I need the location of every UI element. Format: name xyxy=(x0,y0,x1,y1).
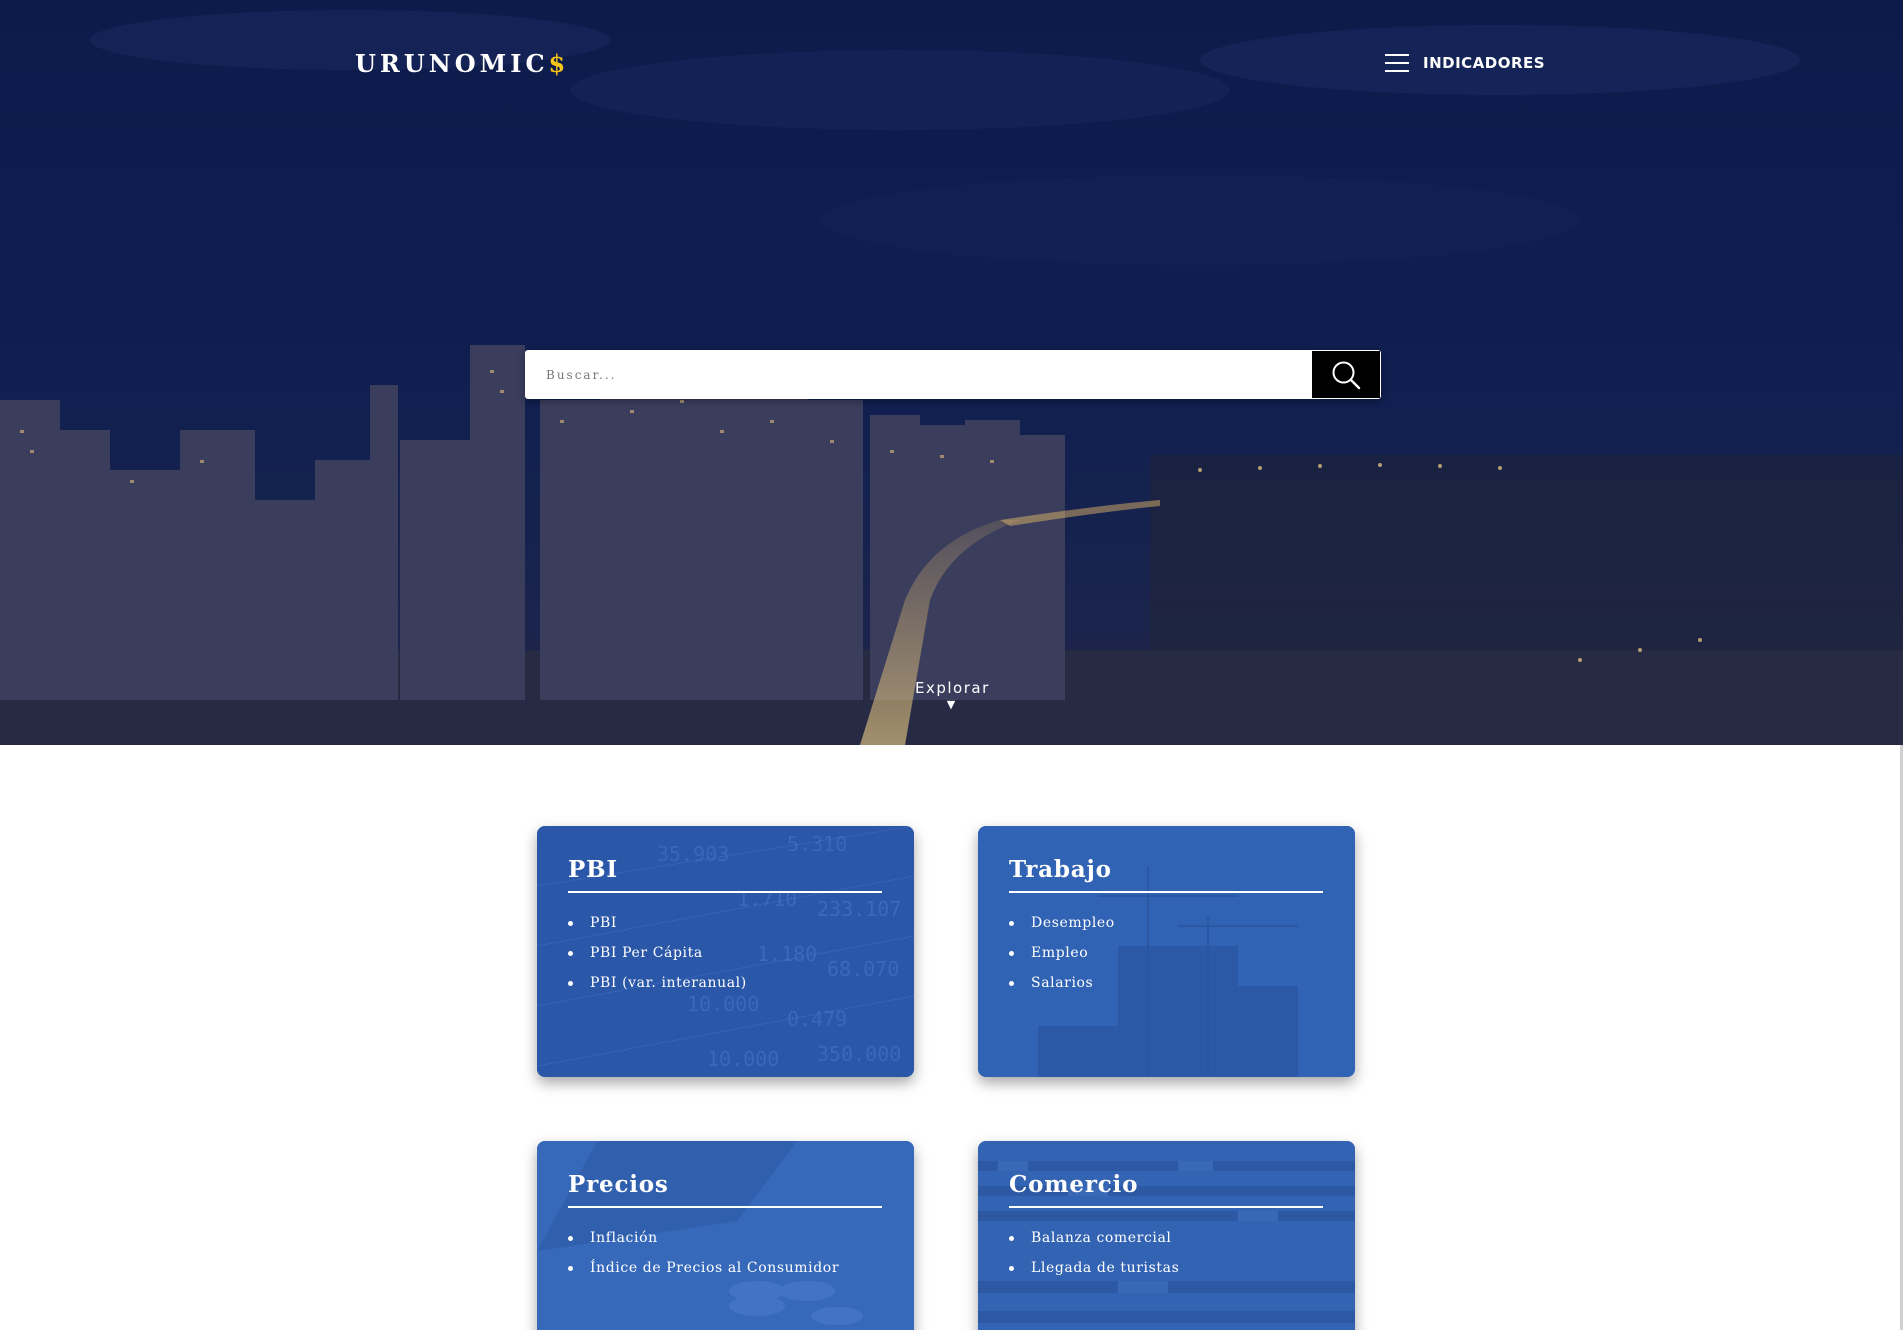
card-content: PBI PBI PBI Per Cápita PBI (var. interan… xyxy=(568,856,882,998)
indicators-menu-label: INDICADORES xyxy=(1423,54,1546,72)
category-card-precios[interactable]: Precios Inflación Índice de Precios al C… xyxy=(537,1141,914,1330)
category-card-comercio[interactable]: Comercio Balanza comercial Llegada de tu… xyxy=(978,1141,1355,1330)
indicator-link[interactable]: Desempleo xyxy=(1009,908,1323,938)
brand-dollar-symbol: $ xyxy=(548,49,570,78)
card-title: Trabajo xyxy=(1009,856,1323,893)
brand-logo[interactable]: URUNOMIC$ xyxy=(355,49,569,78)
svg-text:5.310: 5.310 xyxy=(787,832,847,856)
indicator-link[interactable]: PBI Per Cápita xyxy=(568,938,882,968)
category-card-trabajo[interactable]: Trabajo Desempleo Empleo Salarios xyxy=(978,826,1355,1077)
arrow-down-icon: ▼ xyxy=(946,698,956,711)
indicator-link[interactable]: Inflación xyxy=(568,1223,882,1253)
search-icon xyxy=(1332,361,1361,389)
category-card-pbi[interactable]: 35.903 5.310 1.710 233.107 1.180 68.070 10.… xyxy=(537,826,914,1077)
search-form xyxy=(525,350,1381,399)
card-title: Precios xyxy=(568,1171,882,1208)
indicator-list: PBI PBI Per Cápita PBI (var. interanual) xyxy=(568,908,882,998)
indicator-link[interactable]: PBI xyxy=(568,908,882,938)
indicators-menu-button[interactable]: INDICADORES xyxy=(1385,50,1545,76)
indicator-link[interactable]: Llegada de turistas xyxy=(1009,1253,1323,1283)
indicator-link[interactable]: Balanza comercial xyxy=(1009,1223,1323,1253)
brand-name: URUNOMIC xyxy=(355,49,549,78)
explore-label: Explorar xyxy=(915,679,990,697)
indicator-link[interactable]: Empleo xyxy=(1009,938,1323,968)
indicator-link[interactable]: Índice de Precios al Consumidor xyxy=(568,1253,882,1283)
search-input[interactable] xyxy=(525,350,1311,399)
explore-link[interactable]: Explorar ▼ xyxy=(915,679,990,712)
indicator-list: Balanza comercial Llegada de turistas xyxy=(1009,1223,1323,1283)
card-content: Precios Inflación Índice de Precios al C… xyxy=(568,1171,882,1283)
svg-text:10.000: 10.000 xyxy=(707,1047,779,1071)
svg-text:350.000: 350.000 xyxy=(817,1042,901,1066)
card-content: Comercio Balanza comercial Llegada de tu… xyxy=(1009,1171,1323,1283)
hamburger-menu-icon xyxy=(1385,54,1409,72)
svg-text:0.479: 0.479 xyxy=(787,1007,847,1031)
indicator-link[interactable]: PBI (var. interanual) xyxy=(568,968,882,998)
card-title: Comercio xyxy=(1009,1171,1323,1208)
indicator-list: Desempleo Empleo Salarios xyxy=(1009,908,1323,998)
hero-banner: URUNOMIC$ INDICADORES Explorar ▼ xyxy=(0,0,1903,745)
card-title: PBI xyxy=(568,856,882,893)
indicator-list: Inflación Índice de Precios al Consumido… xyxy=(568,1223,882,1283)
card-content: Trabajo Desempleo Empleo Salarios xyxy=(1009,856,1323,998)
indicator-link[interactable]: Salarios xyxy=(1009,968,1323,998)
search-button[interactable] xyxy=(1311,350,1381,399)
